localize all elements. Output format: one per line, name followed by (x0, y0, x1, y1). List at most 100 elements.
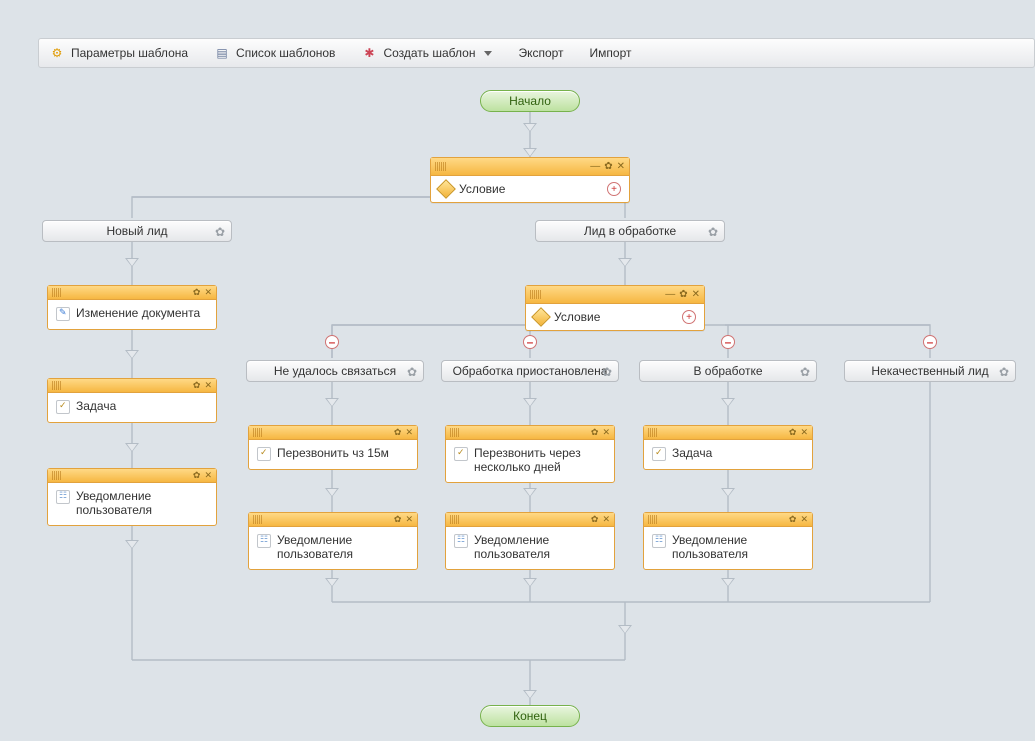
gear-icon[interactable]: ✿ (193, 470, 201, 481)
action-notify-user-4[interactable]: ✿✕ Уведомление пользователя (643, 512, 813, 570)
drag-handle-icon[interactable] (52, 288, 61, 297)
arrow-icon (125, 540, 139, 549)
close-icon[interactable]: ✕ (692, 289, 700, 300)
node-titlebar[interactable]: ✿✕ (446, 426, 614, 440)
add-branch-button[interactable]: + (607, 182, 621, 196)
close-icon[interactable]: ✕ (800, 427, 808, 438)
action-change-document[interactable]: ✿✕ Изменение документа (47, 285, 217, 330)
drag-handle-icon[interactable] (530, 290, 541, 299)
gear-icon[interactable]: ✿ (999, 365, 1009, 379)
close-icon[interactable]: ✕ (800, 514, 808, 525)
branch-processing-paused[interactable]: Обработка приостановлена ✿ (441, 360, 619, 382)
node-titlebar[interactable]: ✿✕ (446, 513, 614, 527)
remove-branch-button[interactable]: – (523, 335, 537, 349)
minimize-icon[interactable]: — (665, 289, 675, 300)
drag-handle-icon[interactable] (253, 428, 262, 437)
branch-bad-lead[interactable]: Некачественный лид ✿ (844, 360, 1016, 382)
close-icon[interactable]: ✕ (204, 380, 212, 391)
node-label: Задача (76, 399, 116, 413)
action-notify-user[interactable]: ✿✕ Уведомление пользователя (47, 468, 217, 526)
action-notify-user-3[interactable]: ✿✕ Уведомление пользователя (445, 512, 615, 570)
close-icon[interactable]: ✕ (602, 514, 610, 525)
gear-icon[interactable]: ✿ (789, 514, 797, 525)
toolbar-export[interactable]: Экспорт (514, 43, 567, 63)
drag-handle-icon[interactable] (253, 515, 262, 524)
drag-handle-icon[interactable] (648, 428, 657, 437)
gear-icon[interactable]: ✿ (679, 289, 687, 300)
condition-icon (436, 179, 456, 199)
condition-node[interactable]: — ✿ ✕ Условие + (430, 157, 630, 203)
toolbar-template-params[interactable]: ⚙ Параметры шаблона (45, 42, 192, 64)
branch-lead-processing[interactable]: Лид в обработке ✿ (535, 220, 725, 242)
arrow-icon (721, 578, 735, 587)
toolbar-template-list[interactable]: ▤ Список шаблонов (210, 42, 339, 64)
gear-icon[interactable]: ✿ (407, 365, 417, 379)
node-titlebar[interactable]: ✿✕ (48, 469, 216, 483)
close-icon[interactable]: ✕ (405, 427, 413, 438)
action-callback-15m[interactable]: ✿✕ Перезвонить чз 15м (248, 425, 418, 470)
start-node[interactable]: Начало (480, 90, 580, 112)
drag-handle-icon[interactable] (648, 515, 657, 524)
arrow-icon (618, 625, 632, 634)
gear-icon[interactable]: ✿ (800, 365, 810, 379)
close-icon[interactable]: ✕ (405, 514, 413, 525)
remove-branch-button[interactable]: – (325, 335, 339, 349)
minimize-icon[interactable]: — (590, 161, 600, 172)
add-branch-button[interactable]: + (682, 310, 696, 324)
drag-handle-icon[interactable] (450, 428, 459, 437)
branch-couldnt-reach[interactable]: Не удалось связаться ✿ (246, 360, 424, 382)
close-icon[interactable]: ✕ (602, 427, 610, 438)
close-icon[interactable]: ✕ (617, 161, 625, 172)
arrow-icon (325, 398, 339, 407)
node-titlebar[interactable]: ✿✕ (249, 513, 417, 527)
branch-label: В обработке (693, 364, 762, 378)
action-callback-days[interactable]: ✿✕ Перезвонить через несколько дней (445, 425, 615, 483)
toolbar-label: Экспорт (518, 46, 563, 60)
close-icon[interactable]: ✕ (204, 287, 212, 298)
action-task[interactable]: ✿✕ Задача (47, 378, 217, 423)
gear-icon[interactable]: ✿ (394, 427, 402, 438)
toolbar-create-template[interactable]: ✱ Создать шаблон (357, 42, 496, 64)
action-notify-user-2[interactable]: ✿✕ Уведомление пользователя (248, 512, 418, 570)
end-node[interactable]: Конец (480, 705, 580, 727)
gear-icon[interactable]: ✿ (604, 161, 612, 172)
gear-icon[interactable]: ✿ (591, 514, 599, 525)
remove-branch-button[interactable]: – (721, 335, 735, 349)
task-icon (257, 447, 271, 461)
node-titlebar[interactable]: ✿✕ (249, 426, 417, 440)
toolbar-import[interactable]: Импорт (586, 43, 636, 63)
gear-icon[interactable]: ✿ (602, 365, 612, 379)
close-icon[interactable]: ✕ (204, 470, 212, 481)
node-titlebar[interactable]: — ✿ ✕ (431, 158, 629, 176)
drag-handle-icon[interactable] (435, 162, 446, 171)
action-task-2[interactable]: ✿✕ Задача (643, 425, 813, 470)
gear-icon[interactable]: ✿ (193, 287, 201, 298)
arrow-icon (523, 398, 537, 407)
node-titlebar[interactable]: ✿✕ (48, 379, 216, 393)
toolbar-label: Список шаблонов (236, 46, 335, 60)
drag-handle-icon[interactable] (52, 471, 61, 480)
node-label: Конец (513, 709, 547, 723)
toolbar-label: Параметры шаблона (71, 46, 188, 60)
gear-icon[interactable]: ✿ (394, 514, 402, 525)
drag-handle-icon[interactable] (52, 381, 61, 390)
node-titlebar[interactable]: ✿✕ (48, 286, 216, 300)
gear-icon[interactable]: ✿ (591, 427, 599, 438)
gear-icon[interactable]: ✿ (193, 380, 201, 391)
gear-icon[interactable]: ✿ (708, 225, 718, 239)
node-titlebar[interactable]: — ✿ ✕ (526, 286, 704, 304)
node-label: Условие (554, 310, 600, 324)
remove-branch-button[interactable]: – (923, 335, 937, 349)
branch-in-work[interactable]: В обработке ✿ (639, 360, 817, 382)
condition-node-2[interactable]: — ✿ ✕ Условие + (525, 285, 705, 331)
node-titlebar[interactable]: ✿✕ (644, 426, 812, 440)
node-label: Уведомление пользователя (76, 489, 208, 517)
gear-icon[interactable]: ✿ (789, 427, 797, 438)
gear-icon[interactable]: ✿ (215, 225, 225, 239)
branch-label: Новый лид (106, 224, 167, 238)
node-titlebar[interactable]: ✿✕ (644, 513, 812, 527)
drag-handle-icon[interactable] (450, 515, 459, 524)
node-label: Перезвонить через несколько дней (474, 446, 606, 474)
branch-new-lead[interactable]: Новый лид ✿ (42, 220, 232, 242)
condition-icon (531, 307, 551, 327)
